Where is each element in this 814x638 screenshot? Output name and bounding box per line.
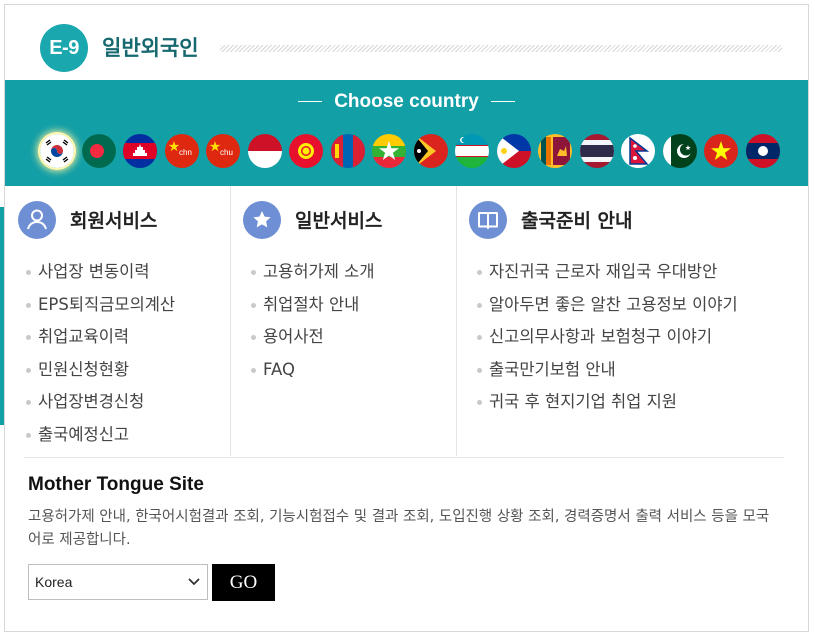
list-item[interactable]: 사업장변경신청 xyxy=(26,386,175,419)
choose-country-heading: Choose country xyxy=(5,91,808,113)
list-item[interactable]: 출국만기보험 안내 xyxy=(477,354,738,387)
member-services-title: 회원서비스 xyxy=(70,210,158,232)
general-services-title: 일반서비스 xyxy=(295,210,383,232)
flag-pakistan-icon[interactable] xyxy=(662,134,697,168)
section-title: 일반외국인 xyxy=(102,36,199,60)
list-item[interactable]: 귀국 후 현지기업 취업 지원 xyxy=(477,386,738,419)
country-flags: chn chu xyxy=(40,134,800,170)
flag-thailand-icon[interactable] xyxy=(579,134,614,168)
list-item[interactable]: 용어사전 xyxy=(251,321,375,354)
flag-timor-leste-icon[interactable] xyxy=(413,134,448,168)
country-select[interactable]: Korea xyxy=(28,564,208,600)
flag-china-chn-icon[interactable]: chn xyxy=(164,134,199,168)
flag-laos-icon[interactable] xyxy=(745,134,780,168)
departure-guide-title: 출국준비 안내 xyxy=(521,210,633,232)
country-band: Choose country chn chu xyxy=(5,80,808,186)
member-services-list: 사업장 변동이력 EPS퇴직금모의계산 취업교육이력 민원신청현황 사업장변경신… xyxy=(26,256,175,452)
flag-chu-text: chu xyxy=(220,148,233,157)
list-item[interactable]: 자진귀국 근로자 재입국 우대방안 xyxy=(477,256,738,289)
member-services-column: 회원서비스 사업장 변동이력 EPS퇴직금모의계산 취업교육이력 민원신청현황 … xyxy=(18,186,228,458)
flag-philippines-icon[interactable] xyxy=(496,134,531,168)
list-item[interactable]: 취업교육이력 xyxy=(26,321,175,354)
flag-chn-text: chn xyxy=(179,148,192,157)
header-divider xyxy=(220,45,782,52)
list-item[interactable]: FAQ xyxy=(251,354,375,387)
star-icon xyxy=(243,201,281,239)
flag-korea-icon[interactable] xyxy=(40,134,74,168)
flag-bangladesh-icon[interactable] xyxy=(81,134,116,168)
flag-sri-lanka-icon[interactable] xyxy=(538,134,572,168)
flag-indonesia-icon[interactable] xyxy=(247,134,282,168)
flag-vietnam-icon[interactable] xyxy=(704,134,738,168)
user-icon xyxy=(18,201,56,239)
column-divider xyxy=(456,186,457,456)
e9-badge: E-9 xyxy=(40,24,88,72)
section-header: E-9 일반외국인 xyxy=(40,22,785,72)
heading-dash-left xyxy=(298,101,323,103)
mother-tongue-title: Mother Tongue Site xyxy=(28,474,204,495)
flag-china-chu-icon[interactable]: chu xyxy=(206,134,240,168)
left-accent-bar xyxy=(0,207,4,425)
choose-country-label: Choose country xyxy=(334,91,479,112)
general-services-column: 일반서비스 고용허가제 소개 취업절차 안내 용어사전 FAQ xyxy=(243,186,453,458)
go-button[interactable]: GO xyxy=(212,564,275,601)
list-item[interactable]: 사업장 변동이력 xyxy=(26,256,175,289)
chevron-down-icon xyxy=(188,578,200,586)
flag-myanmar-icon[interactable] xyxy=(372,134,406,168)
departure-guide-column: 출국준비 안내 자진귀국 근로자 재입국 우대방안 알아두면 좋은 알찬 고용정… xyxy=(469,186,789,458)
flag-kyrgyzstan-icon[interactable] xyxy=(289,134,323,168)
list-item[interactable]: 민원신청현황 xyxy=(26,354,175,387)
list-item[interactable]: 알아두면 좋은 알찬 고용정보 이야기 xyxy=(477,289,738,322)
flag-mongolia-icon[interactable] xyxy=(330,134,365,168)
list-item[interactable]: 신고의무사항과 보험청구 이야기 xyxy=(477,321,738,354)
mother-tongue-description: 고용허가제 안내, 한국어시험결과 조회, 기능시험접수 및 결과 조회, 도입… xyxy=(28,509,770,548)
departure-guide-list: 자진귀국 근로자 재입국 우대방안 알아두면 좋은 알찬 고용정보 이야기 신고… xyxy=(477,256,738,419)
flag-nepal-icon[interactable] xyxy=(621,134,655,168)
country-select-value: Korea xyxy=(35,574,73,590)
general-services-list: 고용허가제 소개 취업절차 안내 용어사전 FAQ xyxy=(251,256,375,386)
list-item[interactable]: EPS퇴직금모의계산 xyxy=(26,289,175,322)
column-divider xyxy=(230,186,231,456)
flag-uzbekistan-icon[interactable] xyxy=(455,134,489,168)
list-item[interactable]: 출국예정신고 xyxy=(26,419,175,452)
heading-dash-right xyxy=(490,101,515,103)
list-item[interactable]: 취업절차 안내 xyxy=(251,289,375,322)
list-item[interactable]: 고용허가제 소개 xyxy=(251,256,375,289)
book-icon xyxy=(469,201,507,239)
flag-cambodia-icon[interactable] xyxy=(123,134,157,168)
section-divider xyxy=(24,457,784,458)
